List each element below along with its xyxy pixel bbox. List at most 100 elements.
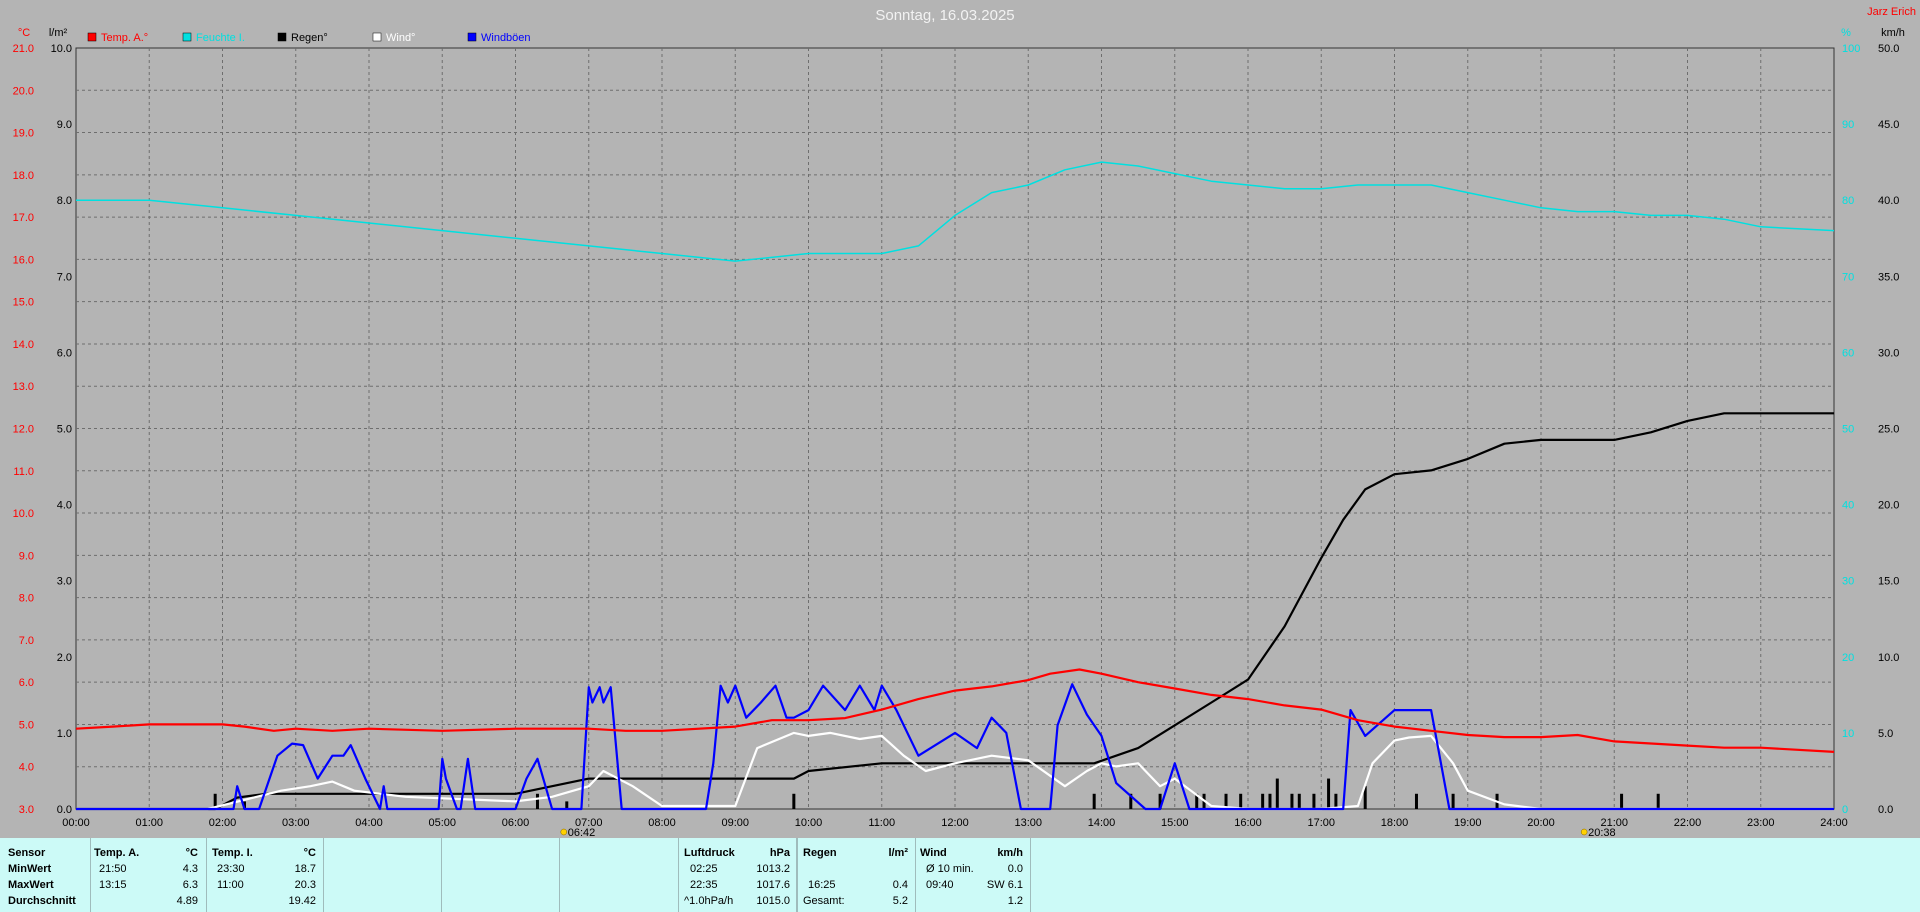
- humidity-tick-label: 60: [1842, 347, 1854, 359]
- wind-tick-label: 40.0: [1878, 195, 1899, 207]
- row-label-max: MaxWert: [8, 879, 54, 891]
- temp-a-max-time: 13:15: [99, 879, 127, 891]
- wind-max-time: 09:40: [926, 879, 954, 891]
- temp-unit-label: °C: [18, 27, 30, 39]
- rain-bar: [1297, 793, 1301, 809]
- x-tick-label: 22:00: [1674, 817, 1702, 829]
- temp-tick-label: 18.0: [13, 170, 34, 182]
- temp-i-max-time: 11:00: [217, 879, 244, 891]
- chart-title: Sonntag, 16.03.2025: [875, 7, 1014, 24]
- x-tick-label: 08:00: [648, 817, 676, 829]
- wind-tick-label: 20.0: [1878, 500, 1899, 512]
- sun-icon: [560, 828, 568, 836]
- humidity-tick-label: 40: [1842, 500, 1854, 512]
- pressure-title: Luftdruck: [684, 847, 735, 859]
- legend-label: Regen°: [291, 32, 328, 44]
- panel-divider: [1030, 838, 1031, 912]
- legend-swatch: [87, 32, 97, 42]
- panel-divider: [441, 838, 442, 912]
- wind-tick-label: 25.0: [1878, 424, 1899, 436]
- temp-tick-label: 11.0: [13, 466, 34, 478]
- wind-title: Wind: [920, 847, 947, 859]
- temp-a-title: Temp. A.: [94, 847, 140, 859]
- temp-a-max: 6.3: [182, 879, 198, 891]
- legend-swatch: [182, 32, 192, 42]
- rain-bar: [1656, 793, 1660, 809]
- panel-divider: [323, 838, 324, 912]
- rain-tick-label: 7.0: [57, 271, 72, 283]
- pressure-trend: ^1.0hPa/h: [684, 895, 734, 907]
- row-label-min: MinWert: [8, 863, 52, 875]
- x-tick-label: 10:00: [795, 817, 823, 829]
- x-tick-label: 03:00: [282, 817, 310, 829]
- temp-tick-label: 3.0: [19, 804, 34, 816]
- wind-tick-label: 30.0: [1878, 347, 1899, 359]
- humidity-tick-label: 90: [1842, 119, 1854, 131]
- rain-unit-label: l/m²: [49, 27, 68, 39]
- rain-bar: [1261, 793, 1265, 809]
- wind-tick-label: 50.0: [1878, 43, 1899, 55]
- rain-unit: l/m²: [888, 847, 908, 859]
- rain-bar: [1268, 793, 1272, 809]
- x-tick-label: 05:00: [428, 817, 456, 829]
- x-tick-label: 09:00: [721, 817, 749, 829]
- rain-title: Regen: [803, 847, 837, 859]
- x-tick-label: 04:00: [355, 817, 383, 829]
- x-tick-label: 01:00: [135, 817, 163, 829]
- rain-bar: [1327, 778, 1331, 809]
- wind-tick-label: 35.0: [1878, 271, 1899, 283]
- panel-divider: [796, 838, 797, 912]
- wind-unit: km/h: [997, 847, 1023, 859]
- x-tick-label: 18:00: [1381, 817, 1409, 829]
- rain-bar: [535, 793, 539, 809]
- humidity-tick-label: 80: [1842, 195, 1854, 207]
- temp-tick-label: 4.0: [19, 762, 34, 774]
- humidity-tick-label: 0: [1842, 804, 1848, 816]
- humidity-tick-label: 20: [1842, 652, 1854, 664]
- rain-tick-label: 5.0: [57, 424, 72, 436]
- rain-tick-label: 9.0: [57, 119, 72, 131]
- humidity-unit-label: %: [1841, 27, 1851, 39]
- weather-chart: 00:00 01:00 02:00 03:00 04:00 05:00 06:00 07:00…: [13, 6, 1916, 838]
- wind-unit-label: km/h: [1881, 27, 1905, 39]
- station-label: Jarz Erich: [1867, 6, 1916, 18]
- rain-bar: [1451, 793, 1455, 809]
- temp-tick-label: 6.0: [19, 677, 34, 689]
- rain-bar: [1312, 793, 1316, 809]
- temp-tick-label: 13.0: [13, 381, 34, 393]
- pressure-avg: 1015.0: [756, 895, 790, 907]
- pressure-min: 1013.2: [756, 863, 790, 875]
- temp-a-unit: °C: [185, 847, 198, 859]
- rain-total: 5.2: [892, 895, 908, 907]
- wind-tick-label: 0.0: [1878, 804, 1893, 816]
- temp-tick-label: 15.0: [13, 297, 34, 309]
- panel-divider: [678, 838, 679, 912]
- row-label-avg: Durchschnitt: [8, 895, 76, 907]
- sun-marker-label: 20:38: [1588, 827, 1616, 838]
- x-tick-label: 12:00: [941, 817, 969, 829]
- rain-bar: [1275, 778, 1279, 809]
- temp-tick-label: 21.0: [13, 43, 34, 55]
- rain-max-time: 16:25: [808, 879, 836, 891]
- rain-tick-label: 0.0: [57, 804, 72, 816]
- temp-a-min-time: 21:50: [99, 863, 127, 875]
- humidity-tick-label: 30: [1842, 576, 1854, 588]
- rain-bar: [1620, 793, 1624, 809]
- x-tick-label: 14:00: [1088, 817, 1116, 829]
- rain-tick-label: 4.0: [57, 500, 72, 512]
- rain-bar: [565, 801, 569, 809]
- temp-tick-label: 5.0: [19, 719, 34, 731]
- rain-max: 0.4: [892, 879, 908, 891]
- x-tick-label: 17:00: [1307, 817, 1335, 829]
- humidity-tick-label: 10: [1842, 728, 1854, 740]
- rain-total-label: Gesamt:: [803, 895, 845, 907]
- rain-tick-label: 8.0: [57, 195, 72, 207]
- wind-avg10: 0.0: [1007, 863, 1023, 875]
- rain-tick-label: 3.0: [57, 576, 72, 588]
- row-label-sensor: Sensor: [8, 847, 46, 859]
- x-tick-label: 16:00: [1234, 817, 1262, 829]
- humidity-tick-label: 100: [1842, 43, 1860, 55]
- legend-label: Wind°: [386, 32, 415, 44]
- rain-bar: [792, 793, 796, 809]
- wind-tick-label: 5.0: [1878, 728, 1893, 740]
